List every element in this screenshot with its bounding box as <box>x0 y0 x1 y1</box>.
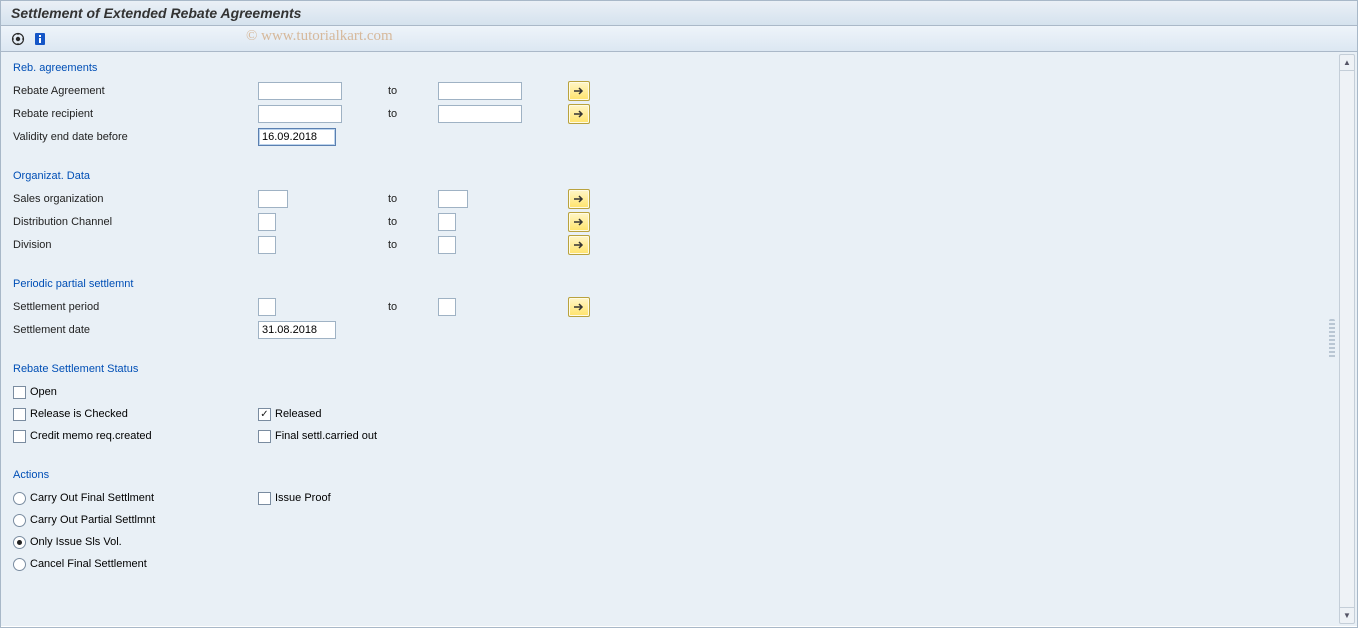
input-division-to[interactable] <box>438 236 456 254</box>
resize-grip-icon[interactable] <box>1329 319 1335 359</box>
checkbox-issue-proof[interactable] <box>258 492 271 505</box>
radio-cancel-final[interactable] <box>13 558 26 571</box>
to-label: to <box>388 301 438 313</box>
row-rebate-recipient: Rebate recipient to <box>13 103 1345 125</box>
vertical-scrollbar[interactable]: ▲ ▼ <box>1339 54 1355 624</box>
group-title-status: Rebate Settlement Status <box>13 363 1345 375</box>
label-settlement-date: Settlement date <box>13 324 258 336</box>
label-rebate-recipient: Rebate recipient <box>13 108 258 120</box>
radio-partial-settlement[interactable] <box>13 514 26 527</box>
checkbox-open[interactable] <box>13 386 26 399</box>
to-label: to <box>388 239 438 251</box>
row-action-final: Carry Out Final Settlment Issue Proof <box>13 487 1345 509</box>
multi-select-division[interactable] <box>568 235 590 255</box>
multi-select-sales-org[interactable] <box>568 189 590 209</box>
content-area: Reb. agreements Rebate Agreement to Reba… <box>1 52 1357 626</box>
multi-select-rebate-recipient[interactable] <box>568 104 590 124</box>
title-bar: Settlement of Extended Rebate Agreements <box>1 1 1357 26</box>
input-rebate-recipient-from[interactable] <box>258 105 342 123</box>
scroll-up-icon[interactable]: ▲ <box>1340 55 1354 71</box>
multi-select-settlement-period[interactable] <box>568 297 590 317</box>
page-title: Settlement of Extended Rebate Agreements <box>11 5 301 21</box>
input-dist-channel-to[interactable] <box>438 213 456 231</box>
row-sales-org: Sales organization to <box>13 188 1345 210</box>
label-only-issue: Only Issue Sls Vol. <box>30 536 122 548</box>
label-final-settl: Final settl.carried out <box>275 430 377 442</box>
label-release-checked: Release is Checked <box>30 408 128 420</box>
checkbox-credit-memo[interactable] <box>13 430 26 443</box>
label-open: Open <box>30 386 57 398</box>
watermark-text: © www.tutorialkart.com <box>246 28 393 45</box>
row-action-partial: Carry Out Partial Settlmnt <box>13 509 1345 531</box>
row-settlement-date: Settlement date <box>13 319 1345 341</box>
input-rebate-agreement-to[interactable] <box>438 82 522 100</box>
row-action-only-issue: Only Issue Sls Vol. <box>13 531 1345 553</box>
checkbox-released[interactable]: ✓ <box>258 408 271 421</box>
radio-only-issue[interactable] <box>13 536 26 549</box>
checkbox-final-settl[interactable] <box>258 430 271 443</box>
row-division: Division to <box>13 234 1345 256</box>
to-label: to <box>388 108 438 120</box>
row-dist-channel: Distribution Channel to <box>13 211 1345 233</box>
row-status-credit: Credit memo req.created Final settl.carr… <box>13 425 1345 447</box>
input-sales-org-to[interactable] <box>438 190 468 208</box>
row-status-open: Open <box>13 381 1345 403</box>
multi-select-dist-channel[interactable] <box>568 212 590 232</box>
to-label: to <box>388 216 438 228</box>
label-dist-channel: Distribution Channel <box>13 216 258 228</box>
input-rebate-recipient-to[interactable] <box>438 105 522 123</box>
row-validity-end-date: Validity end date before <box>13 126 1345 148</box>
to-label: to <box>388 85 438 97</box>
label-credit-memo: Credit memo req.created <box>30 430 152 442</box>
execute-icon[interactable] <box>9 30 27 48</box>
label-final-settlement: Carry Out Final Settlment <box>30 492 154 504</box>
checkbox-release-checked[interactable] <box>13 408 26 421</box>
scroll-down-icon[interactable]: ▼ <box>1340 607 1354 623</box>
toolbar: © www.tutorialkart.com <box>1 26 1357 52</box>
input-rebate-agreement-from[interactable] <box>258 82 342 100</box>
radio-final-settlement[interactable] <box>13 492 26 505</box>
input-sales-org-from[interactable] <box>258 190 288 208</box>
label-rebate-agreement: Rebate Agreement <box>13 85 258 97</box>
label-division: Division <box>13 239 258 251</box>
input-validity-end-date[interactable] <box>258 128 336 146</box>
label-partial-settlement: Carry Out Partial Settlmnt <box>30 514 155 526</box>
group-title-reb: Reb. agreements <box>13 62 1345 74</box>
input-settlement-period-to[interactable] <box>438 298 456 316</box>
group-title-actions: Actions <box>13 469 1345 481</box>
input-dist-channel-from[interactable] <box>258 213 276 231</box>
group-title-periodic: Periodic partial settlemnt <box>13 278 1345 290</box>
row-settlement-period: Settlement period to <box>13 296 1345 318</box>
info-icon[interactable] <box>31 30 49 48</box>
multi-select-rebate-agreement[interactable] <box>568 81 590 101</box>
label-released: Released <box>275 408 321 420</box>
app-window: Settlement of Extended Rebate Agreements… <box>0 0 1358 628</box>
input-settlement-date[interactable] <box>258 321 336 339</box>
label-sales-org: Sales organization <box>13 193 258 205</box>
group-title-org: Organizat. Data <box>13 170 1345 182</box>
row-rebate-agreement: Rebate Agreement to <box>13 80 1345 102</box>
label-cancel-final: Cancel Final Settlement <box>30 558 147 570</box>
row-status-release: Release is Checked ✓ Released <box>13 403 1345 425</box>
to-label: to <box>388 193 438 205</box>
label-issue-proof: Issue Proof <box>275 492 331 504</box>
label-validity-end: Validity end date before <box>13 131 258 143</box>
label-settlement-period: Settlement period <box>13 301 258 313</box>
row-action-cancel: Cancel Final Settlement <box>13 553 1345 575</box>
input-division-from[interactable] <box>258 236 276 254</box>
input-settlement-period-from[interactable] <box>258 298 276 316</box>
